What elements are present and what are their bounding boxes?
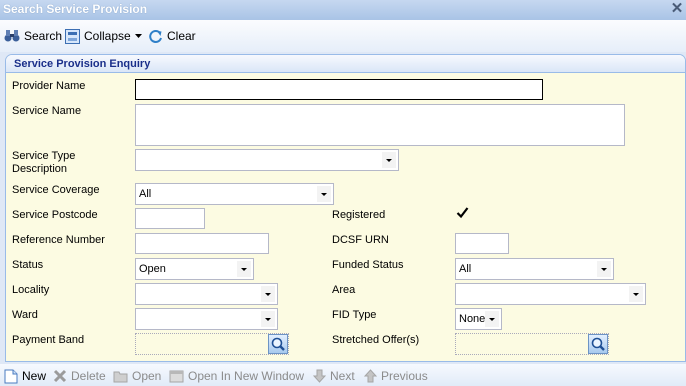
next-button-label: Next [330, 369, 355, 383]
registered-label: Registered [332, 209, 385, 222]
delete-button[interactable]: Delete [53, 368, 106, 384]
dcsf-urn-label: DCSF URN [332, 234, 389, 247]
search-button-label: Search [24, 29, 62, 43]
chevron-down-icon[interactable] [485, 311, 499, 327]
payment-band-label: Payment Band [12, 334, 84, 347]
new-button[interactable]: New [4, 368, 46, 384]
status-value: Open [139, 263, 166, 275]
service-postcode-label: Service Postcode [12, 209, 98, 222]
panel-title: Service Provision Enquiry [6, 55, 685, 73]
delete-icon [53, 369, 67, 383]
area-select[interactable] [455, 283, 646, 305]
reference-number-input[interactable] [135, 233, 269, 254]
magnifier-icon[interactable] [588, 334, 608, 354]
window-title: Search Service Provision [3, 2, 147, 16]
service-type-description-select[interactable] [135, 149, 399, 171]
delete-button-label: Delete [71, 369, 106, 383]
status-label: Status [12, 259, 43, 272]
chevron-down-icon[interactable] [261, 286, 275, 302]
service-type-label: Service Type Description [12, 150, 75, 176]
binoculars-icon [4, 29, 20, 43]
clear-button[interactable]: Clear [148, 27, 196, 45]
chevron-down-icon[interactable] [237, 261, 251, 277]
funded-status-select[interactable]: All [455, 258, 614, 280]
collapse-button[interactable]: Collapse [65, 27, 131, 45]
locality-select[interactable] [135, 283, 278, 305]
open-in-new-window-button-label: Open In New Window [188, 369, 304, 383]
service-coverage-select[interactable]: All [135, 183, 334, 205]
collapse-dropdown[interactable] [135, 27, 146, 45]
collapse-icon [65, 29, 80, 44]
fid-type-select[interactable]: None [455, 308, 502, 330]
previous-button[interactable]: Previous [364, 368, 428, 384]
ward-select[interactable] [135, 308, 278, 330]
service-name-label: Service Name [12, 105, 81, 118]
service-coverage-label: Service Coverage [12, 184, 99, 197]
folder-icon [113, 370, 128, 383]
fid-type-label: FID Type [332, 309, 376, 322]
close-icon[interactable]: ✕ [669, 0, 685, 18]
service-type-label-line1: Service Type [12, 150, 75, 162]
dcsf-urn-input[interactable] [455, 233, 509, 254]
chevron-down-icon [135, 34, 142, 38]
bottom-action-bar: New Delete Open Open In New Window Next … [0, 364, 686, 386]
reference-number-label: Reference Number [12, 234, 105, 247]
service-type-label-line2: Description [12, 163, 67, 175]
stretched-offers-lookup[interactable] [455, 333, 609, 355]
service-name-textarea[interactable] [135, 104, 625, 146]
arrow-down-icon [313, 369, 326, 383]
collapse-button-label: Collapse [84, 29, 131, 43]
status-select[interactable]: Open [135, 258, 254, 280]
new-window-icon [169, 370, 184, 383]
payment-band-lookup[interactable] [135, 333, 289, 355]
fid-type-value: None [459, 313, 485, 325]
open-in-new-window-button[interactable]: Open In New Window [169, 368, 304, 384]
open-button-label: Open [132, 369, 161, 383]
chevron-down-icon[interactable] [317, 186, 331, 202]
provider-name-input[interactable] [135, 79, 543, 100]
registered-checkbox[interactable] [456, 206, 469, 223]
funded-status-value: All [459, 263, 471, 275]
chevron-down-icon[interactable] [597, 261, 611, 277]
stretched-offers-label: Stretched Offer(s) [332, 334, 419, 347]
chevron-down-icon[interactable] [629, 286, 643, 302]
ward-label: Ward [12, 309, 38, 322]
clear-button-label: Clear [167, 29, 196, 43]
provider-name-label: Provider Name [12, 80, 85, 93]
refresh-icon [148, 29, 163, 44]
arrow-up-icon [364, 369, 377, 383]
checkmark-icon [456, 206, 469, 219]
open-button[interactable]: Open [113, 368, 161, 384]
new-document-icon [4, 369, 18, 384]
chevron-down-icon[interactable] [382, 152, 396, 168]
area-label: Area [332, 284, 355, 297]
locality-label: Locality [12, 284, 49, 297]
new-button-label: New [22, 369, 46, 383]
search-button[interactable]: Search [4, 27, 62, 45]
funded-status-label: Funded Status [332, 259, 404, 272]
service-coverage-value: All [139, 188, 151, 200]
window-titlebar: Search Service Provision ✕ [0, 0, 686, 20]
toolbar: Search Collapse Clear [0, 20, 686, 52]
next-button[interactable]: Next [313, 368, 355, 384]
magnifier-icon[interactable] [268, 334, 288, 354]
service-postcode-input[interactable] [135, 208, 205, 229]
chevron-down-icon[interactable] [261, 311, 275, 327]
previous-button-label: Previous [381, 369, 428, 383]
